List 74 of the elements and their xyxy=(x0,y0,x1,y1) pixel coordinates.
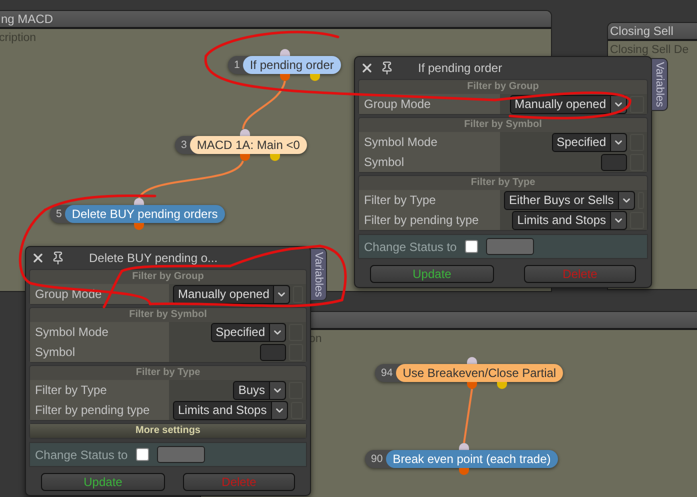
dropdown[interactable]: Specified xyxy=(552,132,627,152)
variables-tab[interactable]: Variables xyxy=(310,248,327,302)
window-title: Closing Sell xyxy=(610,24,674,38)
dialog-title: Delete BUY pending o... xyxy=(89,251,218,265)
output-port[interactable] xyxy=(467,382,477,389)
section-header[interactable]: Filter by Type xyxy=(30,366,306,380)
variable-toggle[interactable] xyxy=(630,96,644,112)
node-number: 3 xyxy=(180,139,188,151)
dropdown[interactable]: Manually opened xyxy=(173,284,290,304)
variable-toggle[interactable] xyxy=(630,154,644,170)
field-label: Filter by pending type xyxy=(359,210,500,230)
flow-node[interactable]: 90 Break even point (each trade) xyxy=(365,450,558,468)
variable-toggle[interactable] xyxy=(289,344,303,360)
status-checkbox[interactable] xyxy=(464,240,478,253)
field-label: Symbol Mode xyxy=(359,132,500,152)
field-label: Filter by pending type xyxy=(30,400,169,420)
dropdown[interactable]: Specified xyxy=(210,322,286,342)
node-label: Break even point (each trade) xyxy=(386,450,558,468)
status-field[interactable] xyxy=(486,238,534,255)
dropdown[interactable]: Buys xyxy=(233,380,286,400)
output-port[interactable] xyxy=(497,382,507,389)
field-label: Symbol xyxy=(30,342,169,362)
update-button[interactable]: Update xyxy=(370,265,494,283)
node-label: Use Breakeven/Close Partial xyxy=(396,364,564,382)
node-label: Delete BUY pending orders xyxy=(64,205,225,223)
node-number: 1 xyxy=(233,59,241,71)
field-label: Symbol xyxy=(359,152,500,172)
variable-toggle[interactable] xyxy=(293,286,303,302)
pin-icon[interactable] xyxy=(380,61,394,75)
close-icon[interactable] xyxy=(360,61,374,75)
section-header[interactable]: More settings xyxy=(30,424,306,438)
pin-icon[interactable] xyxy=(51,251,65,265)
variable-toggle[interactable] xyxy=(290,402,303,418)
dropdown[interactable]: Either Buys or Sells xyxy=(504,190,635,210)
field-label: Filter by Type xyxy=(359,190,500,210)
symbol-field[interactable] xyxy=(601,154,627,170)
section-header[interactable]: Filter by Symbol xyxy=(30,308,306,322)
output-port[interactable] xyxy=(240,154,250,161)
output-port[interactable] xyxy=(310,74,320,81)
flow-node[interactable]: 1 If pending order xyxy=(228,56,341,74)
section-header[interactable]: Filter by Symbol xyxy=(359,118,647,132)
node-label: If pending order xyxy=(242,56,341,74)
symbol-field[interactable] xyxy=(260,344,286,360)
update-button[interactable]: Update xyxy=(41,473,165,491)
dropdown[interactable]: Limits and Stops xyxy=(512,210,627,230)
flow-node[interactable]: 94 Use Breakeven/Close Partial xyxy=(375,364,564,382)
variable-toggle[interactable] xyxy=(630,212,644,228)
status-checkbox[interactable] xyxy=(136,448,149,461)
output-port[interactable] xyxy=(134,223,144,230)
node-number: 90 xyxy=(370,453,384,465)
variables-tab[interactable]: Variables xyxy=(651,58,668,112)
flow-node[interactable]: 5 Delete BUY pending orders xyxy=(50,205,225,223)
close-icon[interactable] xyxy=(31,251,45,265)
section-header[interactable]: Filter by Type xyxy=(359,176,647,190)
dropdown[interactable]: Manually opened xyxy=(510,94,627,114)
dropdown[interactable]: Limits and Stops xyxy=(173,400,288,420)
field-label: Filter by Type xyxy=(30,380,169,400)
flow-node[interactable]: 3 MACD 1A: Main <0 xyxy=(175,136,307,154)
status-label: Change Status to xyxy=(35,448,128,462)
connector-line xyxy=(242,80,286,130)
status-field[interactable] xyxy=(156,446,205,463)
dialog-title: If pending order xyxy=(418,61,502,75)
output-port[interactable] xyxy=(459,468,469,475)
node-label: MACD 1A: Main <0 xyxy=(190,136,307,154)
field-label: Symbol Mode xyxy=(30,322,169,342)
status-label: Change Status to xyxy=(364,240,457,254)
window-title: ng MACD xyxy=(1,12,54,26)
node-number: 94 xyxy=(380,367,394,379)
connector-line xyxy=(463,388,473,444)
section-header[interactable]: Filter by Group xyxy=(359,80,647,94)
output-port[interactable] xyxy=(270,154,280,161)
output-port[interactable] xyxy=(280,74,290,81)
node-number: 5 xyxy=(55,208,63,220)
section-header[interactable]: Filter by Group xyxy=(30,270,306,284)
